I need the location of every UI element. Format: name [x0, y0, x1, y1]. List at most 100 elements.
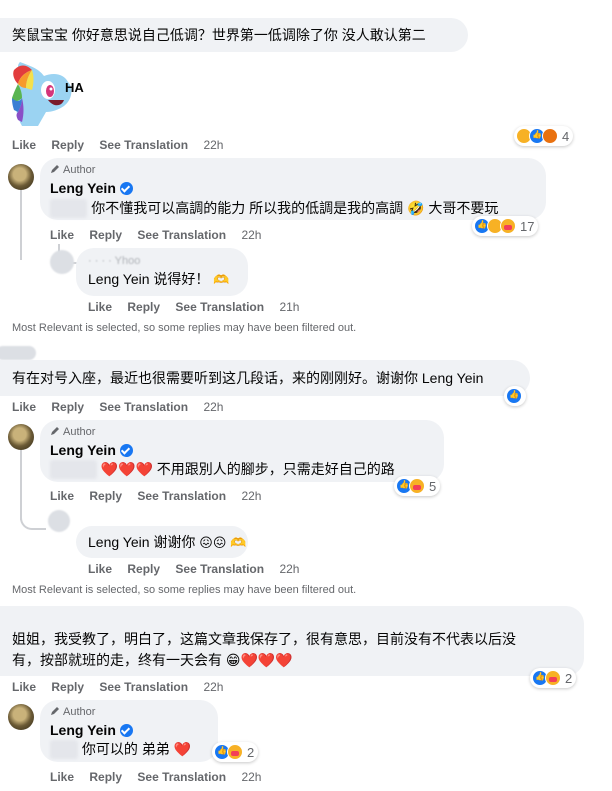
comment-text: 有在对号入座，最近也很需要听到这几段话，来的刚刚好。谢谢你 Leng Yein — [12, 370, 484, 386]
care-reaction-icon — [227, 744, 243, 760]
reply-bubble: Leng Yein 谢谢你 😖😖 🫶 — [76, 526, 248, 558]
timestamp[interactable]: 22h — [241, 228, 261, 242]
care-reaction-icon — [500, 218, 516, 234]
reply-actions: Like Reply See Translation 22h — [50, 770, 273, 784]
angry-reaction-icon — [542, 128, 558, 144]
rainbow-pony-sticker: HA — [12, 62, 84, 126]
comment-text-line-1: 姐姐，我受教了，明白了，这篇文章我保存了，很有意思，目前没有不代表以后没 — [12, 631, 516, 647]
comment-text-line-2: 有，按部就班的走，终有一天会有 😁❤️❤️❤️ — [12, 652, 293, 668]
like-reaction-icon — [506, 388, 522, 404]
pen-icon — [51, 427, 59, 435]
reaction-count: 2 — [565, 670, 573, 686]
comment-bubble: 笑鼠宝宝 你好意思说自己低调？世界第一低调除了你 没人敢认第二 — [0, 18, 468, 52]
like-button[interactable]: Like — [12, 138, 36, 152]
see-translation-button[interactable]: See Translation — [99, 680, 188, 694]
see-translation-button[interactable]: See Translation — [137, 770, 226, 784]
reaction-emojis: 😖😖 🫶 — [199, 535, 247, 550]
timestamp[interactable]: 22h — [203, 680, 223, 694]
comment-bubble: 姐姐，我受教了，明白了，这篇文章我保存了，很有意思，目前没有不代表以后没 有，按… — [0, 606, 584, 676]
filtered-notice: Most Relevant is selected, so some repli… — [12, 322, 357, 334]
timestamp[interactable]: 22h — [241, 770, 261, 784]
author-avatar[interactable] — [8, 164, 34, 190]
like-button[interactable]: Like — [88, 300, 112, 314]
like-button[interactable]: Like — [12, 400, 36, 414]
comment-bubble: 有在对号入座，最近也很需要听到这几段话，来的刚刚好。谢谢你 Leng Yein — [0, 360, 530, 396]
like-button[interactable]: Like — [50, 489, 74, 503]
reply-bubble: Author Leng Yein XXXXX ❤️❤️❤️ 不用跟別人的腳步，只… — [40, 420, 444, 482]
see-translation-button[interactable]: See Translation — [137, 489, 226, 503]
reply-button[interactable]: Reply — [127, 300, 160, 314]
filtered-notice: Most Relevant is selected, so some repli… — [12, 584, 357, 596]
reply-author-name[interactable]: Leng Yein — [50, 442, 133, 458]
reply-button[interactable]: Reply — [51, 400, 84, 414]
reply-button[interactable]: Reply — [89, 489, 122, 503]
reaction-summary[interactable]: 2 — [212, 742, 259, 762]
reply-text: XXXXX ❤️❤️❤️ 不用跟別人的腳步，只需走好自己的路 — [50, 460, 395, 479]
care-reaction-icon — [409, 478, 425, 494]
reaction-count: 2 — [247, 744, 255, 760]
comment-actions: Like Reply See Translation 22h — [12, 680, 235, 694]
like-button[interactable]: Like — [12, 680, 36, 694]
reaction-summary[interactable]: 2 — [530, 668, 577, 688]
mentioned-user-blurred: XXX — [50, 740, 79, 759]
pen-icon — [51, 165, 59, 173]
reply-actions: Like Reply See Translation 22h — [88, 562, 311, 576]
reply-author-name[interactable]: Leng Yein — [50, 180, 133, 196]
reply-actions: Like Reply See Translation 22h — [50, 489, 273, 503]
reply-author-name[interactable]: Leng Yein — [50, 722, 133, 738]
verified-badge-icon — [119, 724, 133, 737]
reaction-summary[interactable]: 4 — [514, 126, 574, 146]
thread-curve — [20, 514, 46, 530]
user-avatar[interactable] — [0, 346, 36, 360]
reply-button[interactable]: Reply — [89, 228, 122, 242]
reply-bubble: Author Leng Yein XXX 你可以的 弟弟 ❤️ — [40, 700, 218, 762]
reaction-count: 4 — [562, 128, 570, 144]
reaction-summary[interactable] — [504, 386, 526, 406]
like-button[interactable]: Like — [50, 228, 74, 242]
thread-line — [20, 450, 22, 520]
author-badge: Author — [50, 164, 95, 176]
see-translation-button[interactable]: See Translation — [99, 138, 188, 152]
like-button[interactable]: Like — [50, 770, 74, 784]
reply-text: Leng Yein 说得好！ 🫶 — [88, 271, 230, 287]
reply-bubble: Author Leng Yein XXXX 你不懂我可以高調的能力 所以我的低調… — [40, 158, 546, 220]
like-button[interactable]: Like — [88, 562, 112, 576]
reaction-count: 5 — [429, 478, 437, 494]
reaction-summary[interactable]: 5 — [394, 476, 441, 496]
timestamp[interactable]: 22h — [279, 562, 299, 576]
reaction-summary[interactable]: 17 — [472, 216, 539, 236]
author-avatar[interactable] — [8, 704, 34, 730]
author-badge: Author — [50, 426, 95, 438]
verified-badge-icon — [119, 182, 133, 195]
reply-button[interactable]: Reply — [51, 138, 84, 152]
pen-icon — [51, 707, 59, 715]
user-avatar[interactable] — [48, 510, 70, 532]
mentioned-user-blurred: XXXX — [50, 199, 88, 218]
reply-actions: Like Reply See Translation 22h — [50, 228, 273, 242]
author-avatar[interactable] — [8, 424, 34, 450]
timestamp[interactable]: 22h — [203, 138, 223, 152]
see-translation-button[interactable]: See Translation — [175, 562, 264, 576]
reply-button[interactable]: Reply — [51, 680, 84, 694]
user-avatar[interactable] — [50, 250, 74, 274]
reply-actions: Like Reply See Translation 21h — [88, 300, 311, 314]
comment-text: 笑鼠宝宝 你好意思说自己低调？世界第一低调除了你 没人敢认第二 — [12, 27, 426, 43]
see-translation-button[interactable]: See Translation — [99, 400, 188, 414]
reply-author-blurred: · · · · Yhoo — [88, 255, 141, 267]
reaction-count: 17 — [520, 218, 535, 234]
timestamp[interactable]: 21h — [279, 300, 299, 314]
reply-bubble: · · · · Yhoo Leng Yein 说得好！ 🫶 — [76, 248, 248, 296]
comment-actions: Like Reply See Translation 22h — [12, 400, 235, 414]
timestamp[interactable]: 22h — [203, 400, 223, 414]
reply-button[interactable]: Reply — [89, 770, 122, 784]
see-translation-button[interactable]: See Translation — [137, 228, 226, 242]
mentioned-user-blurred: XXXXX — [50, 460, 97, 479]
comment-actions: Like Reply See Translation 22h — [12, 138, 235, 152]
see-translation-button[interactable]: See Translation — [175, 300, 264, 314]
author-badge: Author — [50, 706, 95, 718]
timestamp[interactable]: 22h — [241, 489, 261, 503]
reply-button[interactable]: Reply — [127, 562, 160, 576]
reply-text: XXXX 你不懂我可以高調的能力 所以我的低調是我的高調 🤣 大哥不要玩 — [50, 199, 498, 218]
thread-line — [20, 190, 22, 260]
verified-badge-icon — [119, 444, 133, 457]
